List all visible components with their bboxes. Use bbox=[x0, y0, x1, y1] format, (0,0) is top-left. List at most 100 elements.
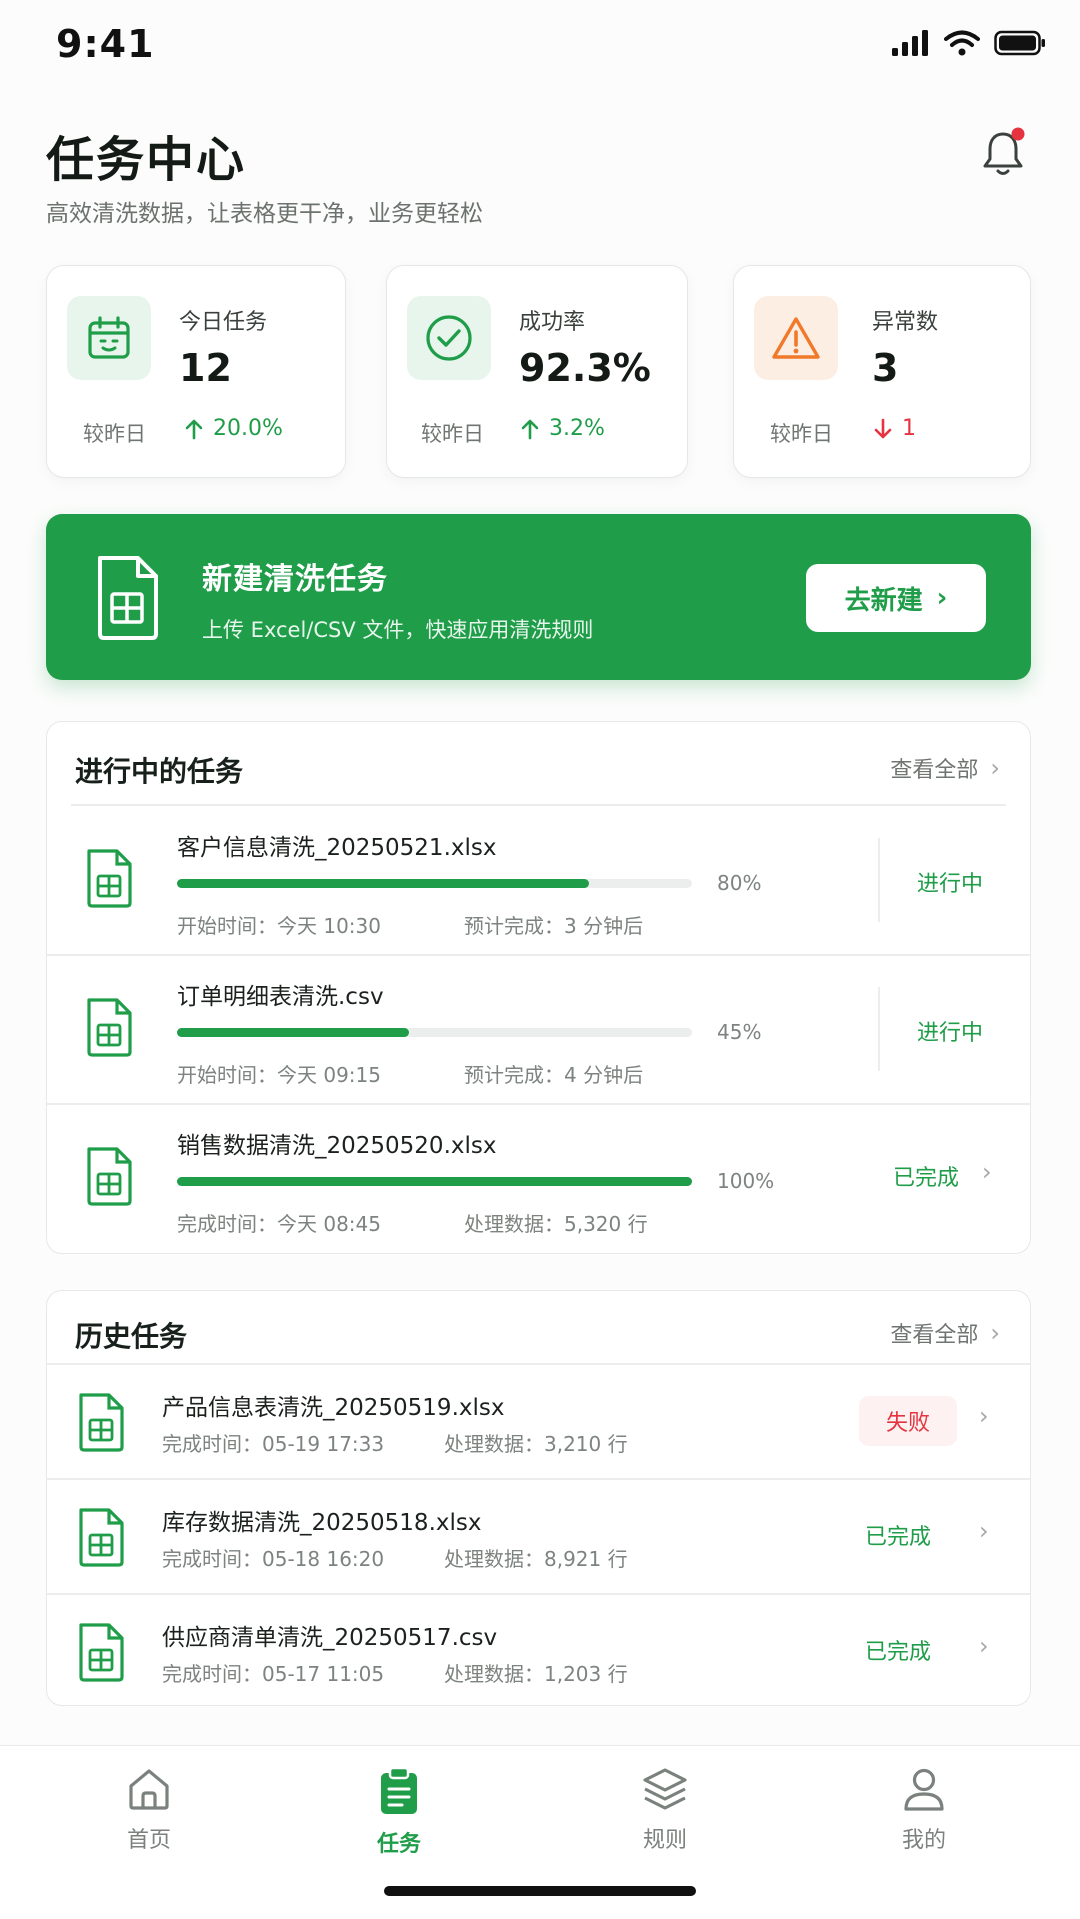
arrow-up-icon bbox=[185, 419, 203, 439]
stat-label: 今日任务 bbox=[179, 310, 268, 335]
chevron-right-icon: › bbox=[979, 1632, 989, 1660]
tab-profile[interactable]: 我的 bbox=[864, 1766, 984, 1854]
stat-value: 92.3% bbox=[519, 346, 651, 390]
stat-value: 3 bbox=[872, 346, 899, 390]
chevron-right-icon: › bbox=[979, 1517, 989, 1545]
stat-compare-label: 较昨日 bbox=[770, 422, 833, 446]
progress-track bbox=[177, 1028, 692, 1037]
create-task-button[interactable]: 去新建 › bbox=[806, 564, 986, 632]
task-name: 产品信息表清洗_20250519.xlsx bbox=[162, 1395, 505, 1421]
progress-fill bbox=[177, 1028, 409, 1037]
tab-home[interactable]: 首页 bbox=[89, 1766, 209, 1854]
tab-label: 规则 bbox=[642, 1828, 687, 1853]
wifi-icon bbox=[944, 30, 980, 56]
new-task-banner[interactable]: 新建清洗任务 上传 Excel/CSV 文件，快速应用清洗规则 去新建 › bbox=[46, 514, 1031, 680]
spreadsheet-file-icon bbox=[87, 1147, 132, 1206]
view-all-history-link[interactable]: 查看全部 › bbox=[890, 1317, 1000, 1349]
task-start-time: 开始时间：今天 10:30 bbox=[177, 914, 381, 938]
stat-card-exceptions[interactable]: 异常数 3 较昨日 1 bbox=[733, 265, 1031, 478]
tab-label: 任务 bbox=[376, 1832, 421, 1857]
stat-compare-label: 较昨日 bbox=[83, 422, 146, 446]
stat-delta: 1 bbox=[874, 416, 916, 441]
status-badge: 进行中 bbox=[917, 872, 984, 897]
user-icon bbox=[904, 1768, 944, 1811]
spreadsheet-file-icon bbox=[79, 1508, 124, 1567]
history-row[interactable]: 供应商清单清洗_20250517.csv 完成时间：05-17 11:05 处理… bbox=[47, 1594, 1032, 1706]
history-row[interactable]: 库存数据清洗_20250518.xlsx 完成时间：05-18 16:20 处理… bbox=[47, 1479, 1032, 1593]
divider bbox=[878, 987, 880, 1071]
arrow-down-icon bbox=[874, 418, 892, 438]
page-subtitle: 高效清洗数据，让表格更干净，业务更轻松 bbox=[46, 201, 483, 227]
stat-compare-label: 较昨日 bbox=[421, 422, 484, 446]
spreadsheet-file-icon bbox=[87, 998, 132, 1057]
progress-fill bbox=[177, 879, 589, 888]
battery-icon bbox=[994, 30, 1045, 56]
task-eta: 预计完成：3 分钟后 bbox=[464, 914, 644, 938]
stat-label: 成功率 bbox=[519, 310, 586, 335]
spreadsheet-file-icon bbox=[98, 556, 158, 640]
task-name: 库存数据清洗_20250518.xlsx bbox=[162, 1510, 482, 1536]
task-finish-time: 完成时间：05-17 11:05 bbox=[162, 1662, 385, 1686]
chevron-right-icon: › bbox=[936, 583, 948, 613]
layers-icon bbox=[643, 1768, 687, 1810]
page-title: 任务中心 bbox=[46, 132, 247, 188]
tab-tasks[interactable]: 任务 bbox=[339, 1766, 459, 1858]
view-all-label: 查看全部 bbox=[890, 758, 979, 783]
chevron-right-icon: › bbox=[990, 1319, 1000, 1347]
section-title: 历史任务 bbox=[75, 1320, 188, 1353]
history-row[interactable]: 产品信息表清洗_20250519.xlsx 完成时间：05-19 17:33 处… bbox=[47, 1364, 1032, 1478]
task-name: 销售数据清洗_20250520.xlsx bbox=[177, 1133, 497, 1159]
home-icon bbox=[129, 1769, 169, 1810]
task-rows-processed: 处理数据：1,203 行 bbox=[444, 1662, 628, 1686]
task-finish-time: 完成时间：05-19 17:33 bbox=[162, 1432, 385, 1456]
stat-delta-value: 1 bbox=[902, 416, 916, 441]
stat-value: 12 bbox=[179, 346, 232, 390]
chevron-right-icon: › bbox=[990, 754, 1000, 782]
calendar-icon bbox=[67, 296, 151, 380]
status-time: 9:41 bbox=[56, 22, 155, 66]
history-panel: 历史任务 查看全部 › 产品信息表清洗_20250519.xlsx 完成时间：0… bbox=[46, 1290, 1031, 1706]
warning-icon bbox=[754, 296, 838, 380]
stat-delta-value: 3.2% bbox=[549, 416, 605, 441]
create-task-button-label: 去新建 bbox=[844, 585, 923, 616]
signal-icon bbox=[892, 30, 928, 56]
task-row[interactable]: 客户信息清洗_20250521.xlsx 80% 开始时间：今天 10:30 预… bbox=[47, 806, 1032, 954]
chevron-right-icon: › bbox=[979, 1402, 989, 1430]
progress-percent: 80% bbox=[717, 871, 762, 895]
stat-delta: 20.0% bbox=[185, 416, 283, 441]
task-name: 客户信息清洗_20250521.xlsx bbox=[177, 835, 497, 861]
task-finish-time: 完成时间：05-18 16:20 bbox=[162, 1547, 385, 1571]
arrow-up-icon bbox=[521, 419, 539, 439]
status-badge-failed: 失败 bbox=[859, 1396, 957, 1446]
banner-title: 新建清洗任务 bbox=[202, 562, 388, 597]
stat-delta: 3.2% bbox=[521, 416, 605, 441]
spreadsheet-file-icon bbox=[87, 849, 132, 908]
spreadsheet-file-icon bbox=[79, 1623, 124, 1682]
progress-fill bbox=[177, 1177, 692, 1186]
home-indicator[interactable] bbox=[384, 1886, 696, 1896]
tab-rules[interactable]: 规则 bbox=[605, 1766, 725, 1854]
view-all-in-progress-link[interactable]: 查看全部 › bbox=[890, 752, 1000, 784]
progress-percent: 100% bbox=[717, 1169, 775, 1193]
tab-label: 首页 bbox=[126, 1828, 171, 1853]
status-badge: 已完成 bbox=[865, 1525, 932, 1550]
stat-card-success-rate[interactable]: 成功率 92.3% 较昨日 3.2% bbox=[386, 265, 688, 478]
task-start-time: 开始时间：今天 09:15 bbox=[177, 1063, 381, 1087]
task-finish-time: 完成时间：今天 08:45 bbox=[177, 1212, 381, 1236]
clipboard-icon bbox=[381, 1766, 417, 1814]
notification-bell-icon[interactable] bbox=[980, 126, 1026, 178]
task-row[interactable]: 订单明细表清洗.csv 45% 开始时间：今天 09:15 预计完成：4 分钟后… bbox=[47, 955, 1032, 1103]
progress-track bbox=[177, 1177, 692, 1186]
status-icons bbox=[892, 30, 1046, 56]
tab-label: 我的 bbox=[901, 1828, 946, 1853]
chevron-right-icon: › bbox=[982, 1158, 992, 1186]
task-row[interactable]: 销售数据清洗_20250520.xlsx 100% 完成时间：今天 08:45 … bbox=[47, 1104, 1032, 1252]
stat-delta-value: 20.0% bbox=[213, 416, 283, 441]
section-title: 进行中的任务 bbox=[75, 755, 244, 788]
status-badge: 进行中 bbox=[917, 1021, 984, 1046]
in-progress-panel: 进行中的任务 查看全部 › 客户信息清洗_20250521.xlsx 80% 开… bbox=[46, 721, 1031, 1254]
check-circle-icon bbox=[407, 296, 491, 380]
stat-card-today-tasks[interactable]: 今日任务 12 较昨日 20.0% bbox=[46, 265, 346, 478]
status-badge: 已完成 bbox=[893, 1166, 960, 1191]
task-eta: 预计完成：4 分钟后 bbox=[464, 1063, 644, 1087]
